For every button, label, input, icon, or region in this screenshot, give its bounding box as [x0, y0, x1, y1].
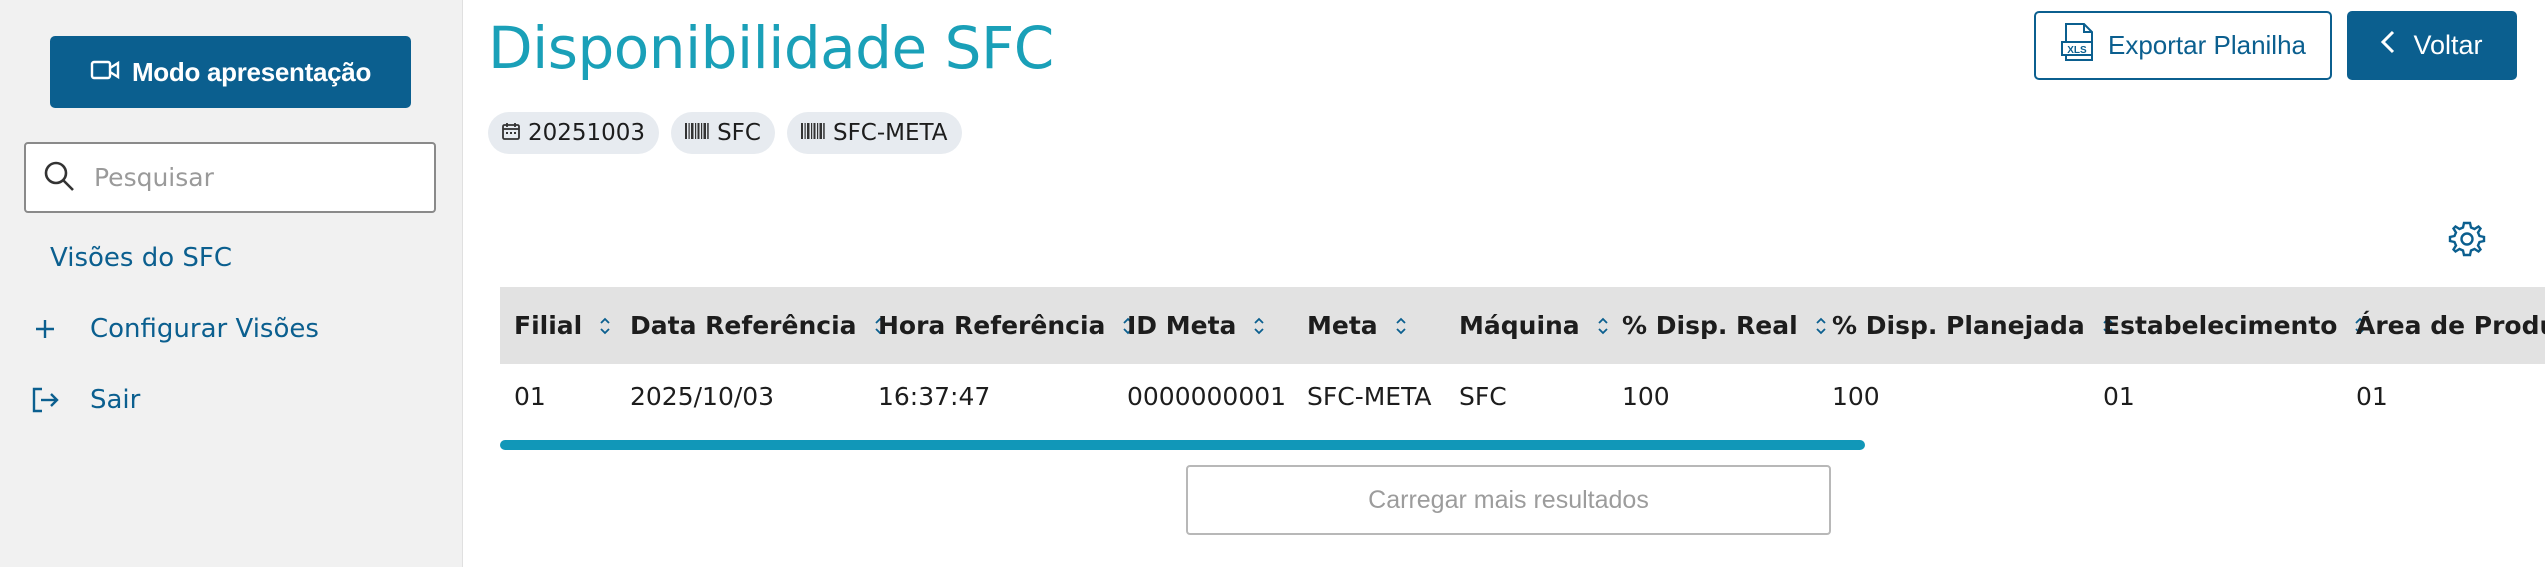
search-input[interactable]	[94, 163, 414, 192]
gear-icon[interactable]	[2448, 220, 2486, 258]
export-spreadsheet-label: Exportar Planilha	[2108, 30, 2306, 60]
table-cell: 100	[1832, 382, 1880, 411]
xls-file-icon: XLS	[2060, 22, 2098, 69]
logout-label: Sair	[90, 385, 141, 415]
svg-text:XLS: XLS	[2067, 45, 2087, 56]
meta-filter-value: SFC-META	[832, 120, 948, 146]
column-header-label: Estabelecimento	[2103, 311, 2338, 340]
table-cell: 16:37:47	[878, 382, 991, 411]
video-camera-icon	[90, 57, 120, 88]
column-header-label: Filial	[514, 311, 583, 340]
machine-filter-chip[interactable]: SFC	[671, 112, 775, 154]
horizontal-scrollbar[interactable]	[500, 440, 1865, 450]
meta-filter-chip[interactable]: SFC-META	[786, 112, 962, 154]
table-cell: 01	[2356, 382, 2388, 411]
column-header[interactable]: Meta	[1307, 287, 1408, 364]
table-cell: 01	[514, 382, 546, 411]
barcode-icon	[800, 120, 825, 146]
column-header-label: Meta	[1307, 311, 1378, 340]
search-field[interactable]	[24, 142, 436, 213]
column-header[interactable]: Hora Referência	[878, 287, 1135, 364]
app-root: Modo apresentação Visões do SFC Configur…	[0, 0, 2545, 567]
table-cell: 100	[1622, 382, 1670, 411]
column-header-label: ID Meta	[1127, 311, 1237, 340]
column-header-label: % Disp. Real	[1622, 311, 1798, 340]
table-cell: SFC-META	[1307, 382, 1432, 411]
sidebar: Modo apresentação Visões do SFC Configur…	[0, 0, 463, 567]
date-filter-chip[interactable]: 20251003	[488, 112, 660, 154]
table-cell: 0000000001	[1127, 382, 1287, 411]
export-spreadsheet-button[interactable]: XLS Exportar Planilha	[2034, 11, 2332, 80]
sort-icon	[600, 317, 610, 334]
back-button[interactable]: Voltar	[2347, 11, 2517, 80]
configure-views-item[interactable]: Configurar Visões	[28, 312, 319, 346]
column-header-label: Área de Produção	[2356, 311, 2545, 340]
column-header[interactable]: Máquina	[1459, 287, 1610, 364]
sort-icon	[1816, 317, 1826, 334]
presentation-mode-button[interactable]: Modo apresentação	[50, 36, 411, 108]
chevron-left-icon	[2381, 30, 2395, 61]
table-header: Filial Data Referência Hora Referência I…	[500, 287, 2545, 364]
logout-icon	[28, 383, 62, 417]
sort-icon	[1396, 317, 1406, 334]
machine-filter-value: SFC	[717, 120, 761, 146]
column-header-label: % Disp. Planejada	[1832, 311, 2085, 340]
calendar-icon	[502, 120, 520, 146]
table-cell: 2025/10/03	[630, 382, 775, 411]
column-header[interactable]: Estabelecimento	[2103, 287, 2367, 364]
page-title: Disponibilidade SFC	[488, 14, 1054, 82]
column-header[interactable]: Área de Produção	[2356, 287, 2545, 364]
column-header[interactable]: % Disp. Planejada	[1832, 287, 2115, 364]
configure-views-label: Configurar Visões	[90, 314, 319, 344]
logout-item[interactable]: Sair	[28, 383, 140, 417]
column-header-label: Data Referência	[630, 311, 857, 340]
presentation-mode-label: Modo apresentação	[131, 56, 372, 87]
column-header[interactable]: % Disp. Real	[1622, 287, 1828, 364]
search-icon	[42, 159, 76, 197]
column-header[interactable]: Data Referência	[630, 287, 887, 364]
table-cell: SFC	[1459, 382, 1507, 411]
column-header[interactable]: ID Meta	[1127, 287, 1266, 364]
sort-icon	[1254, 317, 1265, 334]
barcode-icon	[685, 120, 709, 146]
back-label: Voltar	[2413, 30, 2483, 60]
table-cell: 01	[2103, 382, 2135, 411]
column-header-label: Hora Referência	[878, 311, 1106, 340]
sort-icon	[1598, 317, 1608, 334]
load-more-button[interactable]: Carregar mais resultados	[1186, 465, 1831, 535]
date-filter-value: 20251003	[528, 120, 646, 146]
plus-icon	[28, 312, 62, 346]
column-header[interactable]: Filial	[514, 287, 612, 364]
column-header-label: Máquina	[1459, 311, 1580, 340]
filter-chips: 20251003 SFC SFC-META	[488, 112, 962, 154]
sfc-views-link[interactable]: Visões do SFC	[50, 243, 232, 273]
